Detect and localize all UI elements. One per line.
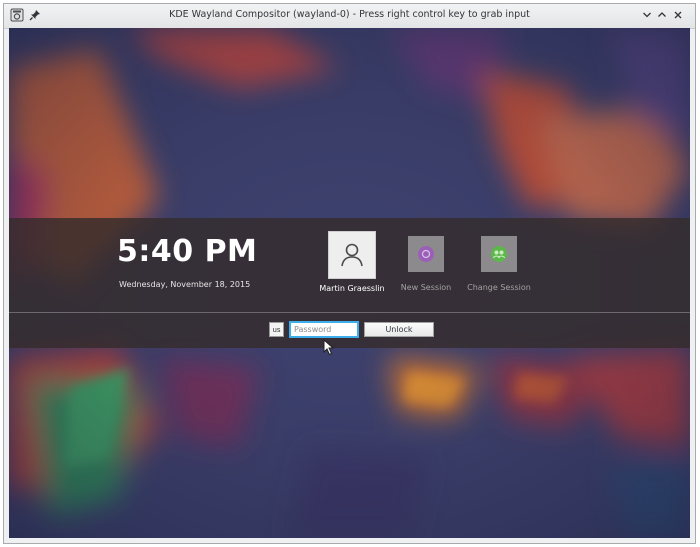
- user-tile-new-session[interactable]: New Session: [401, 236, 451, 301]
- window-title: KDE Wayland Compositor (wayland-0) - Pre…: [169, 9, 530, 20]
- window-titlebar[interactable]: KDE Wayland Compositor (wayland-0) - Pre…: [4, 4, 695, 29]
- clock-date: Wednesday, November 18, 2015: [119, 280, 251, 289]
- user-tile-label: New Session: [400, 283, 452, 292]
- lockscreen: 5:40 PM Wednesday, November 18, 2015 Mar…: [9, 28, 690, 538]
- minimize-icon[interactable]: [640, 8, 654, 22]
- keyboard-layout-button[interactable]: us: [269, 322, 284, 337]
- clock-time: 5:40 PM: [117, 234, 258, 269]
- user-avatar[interactable]: [328, 231, 376, 279]
- user-tile-label: Change Session: [467, 283, 531, 292]
- panel-divider: [9, 312, 690, 313]
- user-icon: [341, 243, 363, 267]
- change-session-icon: [491, 246, 507, 262]
- password-input[interactable]: [289, 321, 359, 338]
- compositor-window: KDE Wayland Compositor (wayland-0) - Pre…: [3, 3, 696, 544]
- new-session-avatar[interactable]: [408, 236, 444, 272]
- user-tile-change-session[interactable]: Change Session: [467, 236, 531, 301]
- mouse-cursor-icon: [323, 339, 335, 356]
- user-tile-martin[interactable]: Martin Graesslin: [319, 231, 385, 301]
- user-tile-label: Martin Graesslin: [319, 284, 385, 293]
- close-icon[interactable]: [671, 8, 685, 22]
- maximize-icon[interactable]: [655, 8, 669, 22]
- change-session-avatar[interactable]: [481, 236, 517, 272]
- new-session-icon: [418, 246, 434, 262]
- unlock-button[interactable]: Unlock: [364, 322, 434, 337]
